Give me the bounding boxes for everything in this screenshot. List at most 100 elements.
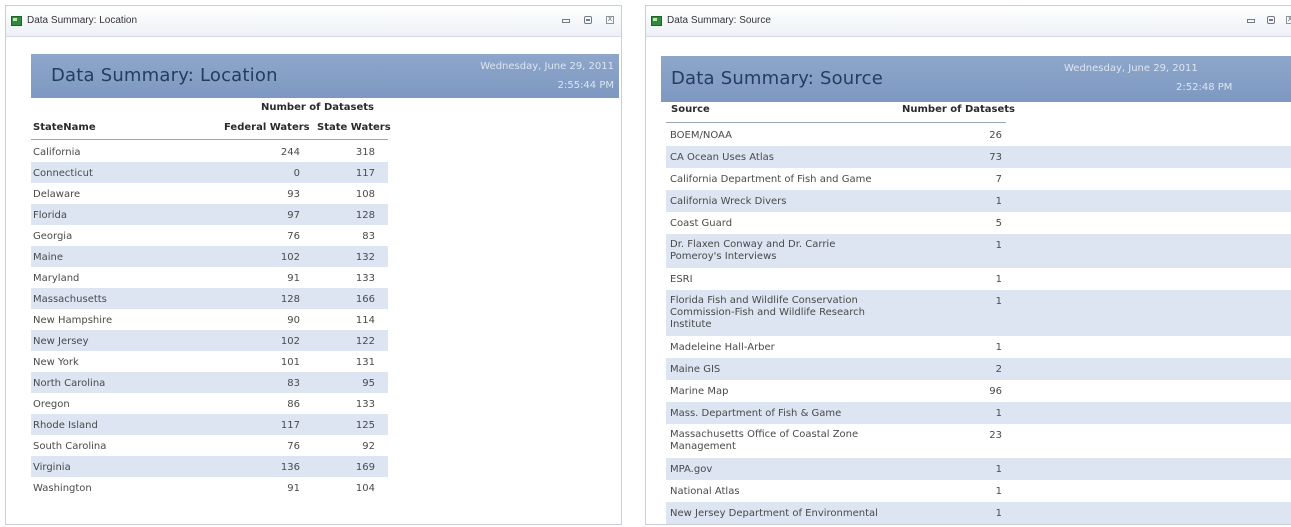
source-name-cell: Coast Guard [670,218,733,229]
federal-waters-cell: 128 [280,294,300,305]
source-name-cell: Massachusetts Office of Coastal Zone Man… [670,429,859,452]
state-waters-cell: 131 [355,357,375,368]
dataset-count-cell: 5 [995,218,1002,229]
table-row: Marine Map 96 [666,380,1291,402]
table-row: Dr. Flaxen Conway and Dr. Carrie Pomeroy… [666,234,1291,268]
source-name-cell: California Wreck Divers [670,196,787,207]
window-title: Data Summary: Location [27,15,138,26]
table-row: Virginia 136 169 [31,456,388,477]
table-row: California 244 318 [31,141,388,162]
state-waters-cell: 108 [355,189,375,200]
state-name-cell: New Hampshire [33,315,113,326]
table-row: Massachusetts Office of Coastal Zone Man… [666,424,1291,458]
source-name-cell: Maine GIS [670,364,721,375]
dataset-count-cell: 26 [989,130,1002,141]
state-waters-cell: 83 [362,231,375,242]
federal-waters-cell: 244 [280,147,300,158]
dataset-count-cell: 2 [995,364,1002,375]
state-waters-cell: 92 [362,441,375,452]
state-name-cell: Connecticut [33,168,93,179]
state-waters-cell: 166 [355,294,375,305]
minimize-icon[interactable] [559,13,573,27]
state-name-cell: Maine [33,252,64,263]
source-name-cell: Marine Map [670,386,729,397]
source-name-cell: Florida Fish and Wildlife Conservation C… [670,295,865,330]
minimize-icon[interactable] [1244,13,1258,27]
close-icon[interactable] [1283,12,1291,27]
state-name-cell: Rhode Island [33,420,98,431]
table-row: New York 101 131 [31,351,388,372]
federal-waters-cell: 136 [280,462,300,473]
source-report-window: Data Summary: Source Data Summary: Sourc… [645,5,1291,525]
title-bar[interactable]: Data Summary: Location [6,6,621,37]
source-name-cell: New Jersey Department of Environmental [670,508,878,519]
source-name-cell: Madeleine Hall-Arber [670,342,775,353]
table-row: BOEM/NOAA 26 [666,124,1291,146]
state-waters-cell: 95 [362,378,375,389]
table-row: Connecticut 0 117 [31,162,388,183]
federal-waters-cell: 102 [280,252,300,263]
federal-waters-cell: 117 [280,420,300,431]
table-row: Florida Fish and Wildlife Conservation C… [666,290,1291,336]
table-row: Maine 102 132 [31,246,388,267]
source-name-cell: ESRI [670,274,693,285]
close-icon[interactable] [603,12,617,27]
state-waters-cell: 125 [355,420,375,431]
maximize-icon[interactable] [581,13,595,27]
maximize-icon[interactable] [1264,13,1278,27]
column-header-statename: StateName [33,122,96,133]
table-row: Maryland 91 133 [31,267,388,288]
state-name-cell: Florida [33,210,68,221]
table-row: Coast Guard 5 [666,212,1291,234]
state-waters-cell: 104 [355,483,375,494]
table-row: ESRI 1 [666,268,1291,290]
column-header-federal-waters: Federal Waters [224,122,310,133]
state-waters-cell: 117 [355,168,375,179]
table-row: Rhode Island 117 125 [31,414,388,435]
dataset-count-cell: 1 [995,486,1002,497]
table-row: MPA.gov 1 [666,458,1291,480]
window-title: Data Summary: Source [667,15,771,26]
federal-waters-cell: 90 [287,315,300,326]
federal-waters-cell: 0 [293,168,300,179]
report-title: Data Summary: Source [671,68,883,89]
table-row: Florida 97 128 [31,204,388,225]
federal-waters-cell: 97 [287,210,300,221]
source-name-cell: MPA.gov [670,464,713,475]
dataset-count-cell: 1 [995,196,1002,207]
source-name-cell: Dr. Flaxen Conway and Dr. Carrie Pomeroy… [670,239,836,262]
state-name-cell: Oregon [33,399,70,410]
column-header-source: Source [671,104,710,115]
header-divider [31,139,388,140]
dataset-count-cell: 1 [995,508,1002,519]
state-waters-cell: 133 [355,399,375,410]
federal-waters-cell: 91 [287,273,300,284]
dataset-count-cell: 1 [995,240,1002,251]
dataset-count-cell: 73 [989,152,1002,163]
state-name-cell: California [33,147,81,158]
source-name-cell: BOEM/NOAA [670,130,733,141]
report-time: 2:52:48 PM [1176,82,1233,93]
dataset-count-cell: 23 [989,430,1002,441]
table-row: North Carolina 83 95 [31,372,388,393]
federal-waters-cell: 101 [280,357,300,368]
access-report-icon [11,16,22,26]
state-waters-cell: 114 [355,315,375,326]
state-name-cell: Massachusetts [33,294,107,305]
dataset-count-cell: 1 [995,342,1002,353]
state-name-cell: Washington [33,483,92,494]
dataset-count-cell: 96 [989,386,1002,397]
federal-waters-cell: 76 [287,231,300,242]
table-row: Georgia 76 83 [31,225,388,246]
source-name-cell: Mass. Department of Fish & Game [670,408,842,419]
table-row: New Jersey Department of Environmental 1 [666,502,1291,524]
table-row: Delaware 93 108 [31,183,388,204]
title-bar[interactable]: Data Summary: Source [646,6,1291,37]
state-name-cell: New Jersey [33,336,89,347]
state-name-cell: Maryland [33,273,80,284]
state-waters-cell: 318 [355,147,375,158]
table-row: South Carolina 76 92 [31,435,388,456]
group-header: Number of Datasets [261,102,375,113]
table-row: CA Ocean Uses Atlas 73 [666,146,1291,168]
source-name-cell: California Department of Fish and Game [670,174,872,185]
